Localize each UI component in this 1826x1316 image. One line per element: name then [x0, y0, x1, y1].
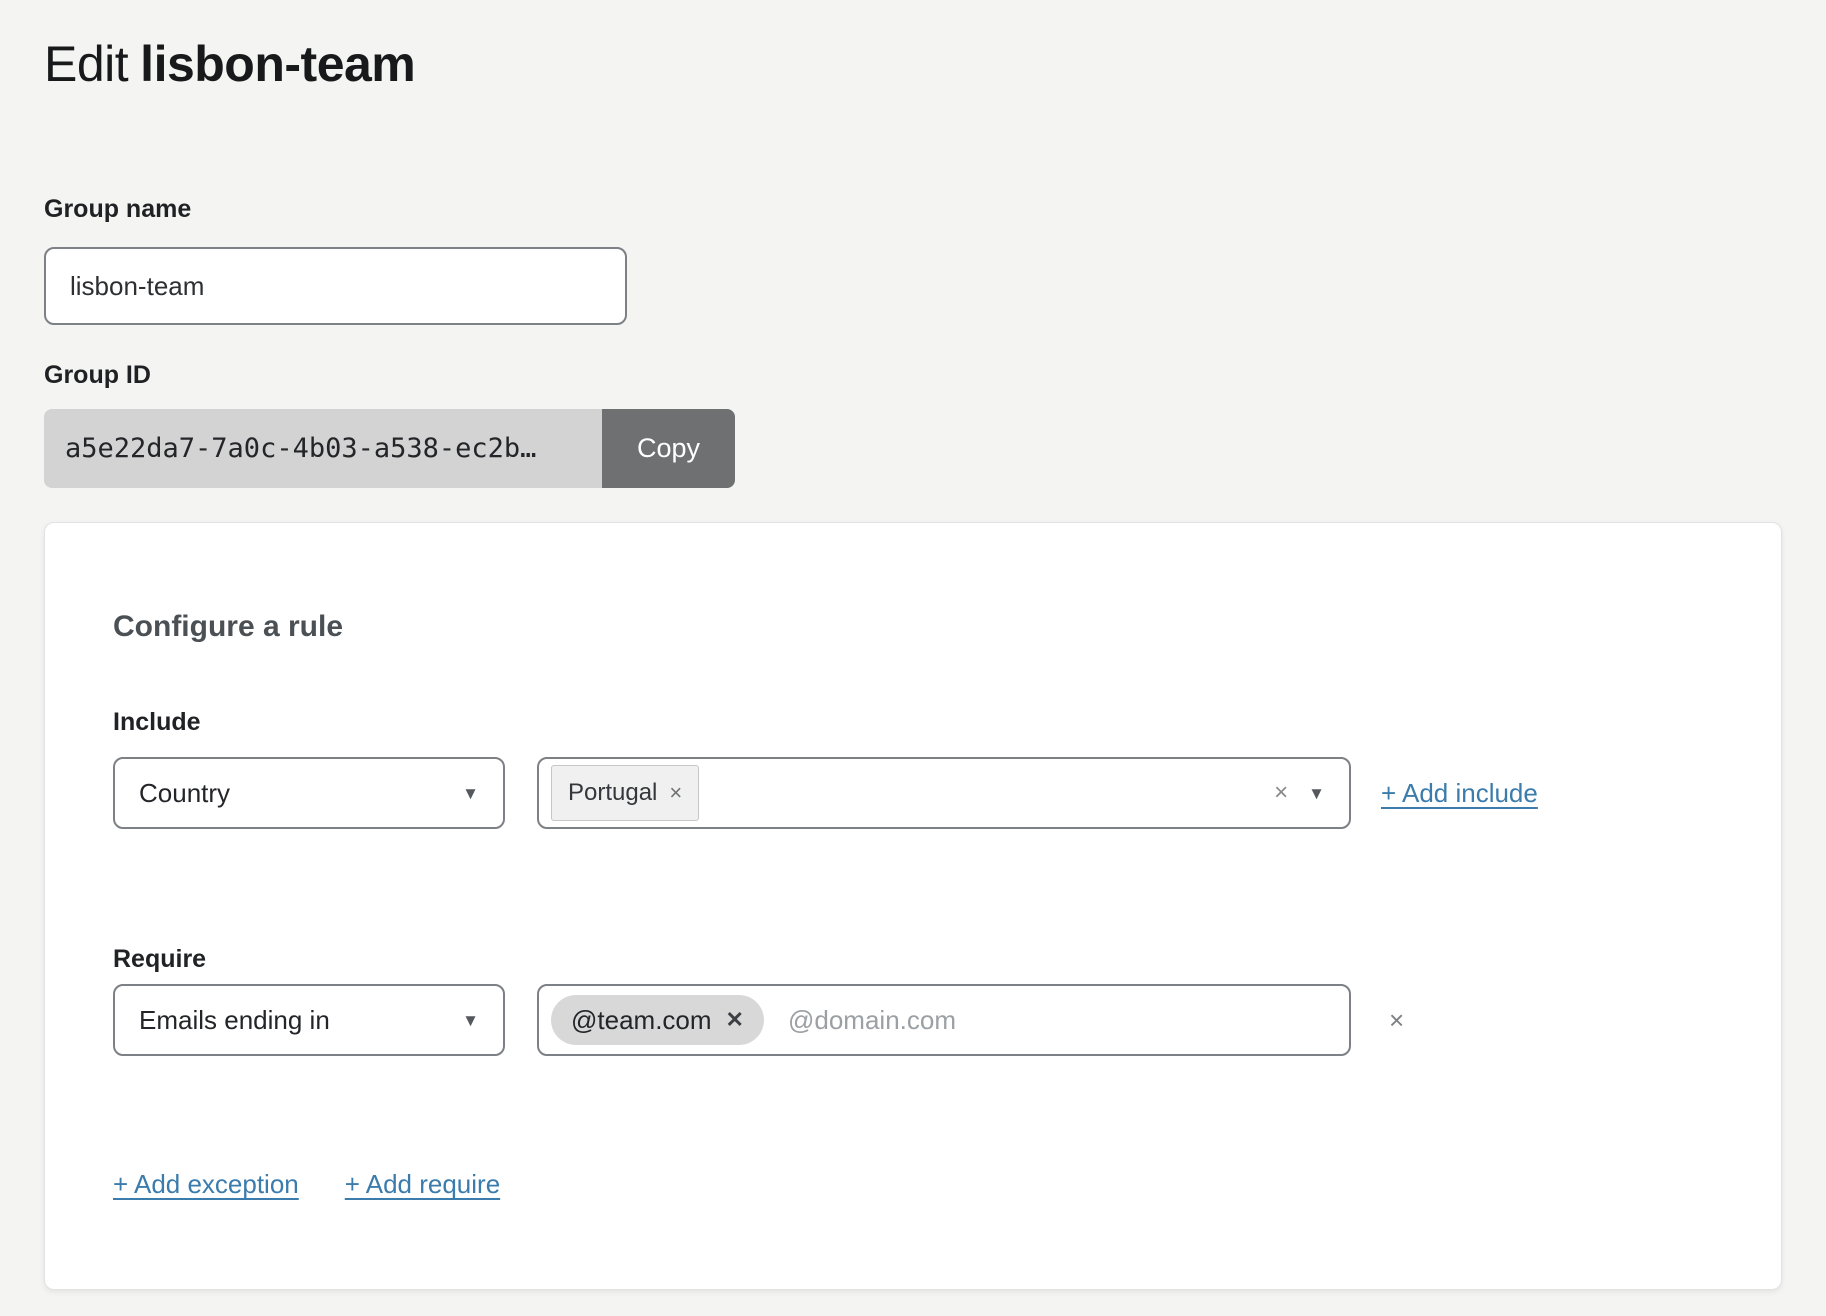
page-title-prefix: Edit — [44, 36, 128, 92]
require-tag-team-com: @team.com ✕ — [551, 995, 764, 1045]
page-title-group-name: lisbon-team — [140, 36, 415, 92]
include-selector-value: Country — [139, 778, 230, 809]
include-selector[interactable]: Country ▼ — [113, 757, 505, 829]
page-title: Editlisbon-team — [44, 0, 1782, 94]
require-email-input[interactable] — [786, 1004, 1325, 1037]
chevron-down-icon: ▼ — [462, 1012, 479, 1029]
require-values-input-box[interactable]: @team.com ✕ — [537, 984, 1351, 1056]
remove-rule-icon[interactable]: × — [1389, 1007, 1404, 1033]
include-tag-label: Portugal — [568, 779, 657, 807]
group-name-input[interactable] — [44, 247, 627, 325]
tag-remove-icon[interactable]: × — [669, 780, 682, 806]
rule-card-heading: Configure a rule — [113, 609, 1781, 645]
tag-remove-icon[interactable]: ✕ — [726, 1007, 744, 1033]
footer-links: + Add exception + Add require — [113, 1169, 1781, 1200]
include-label: Include — [113, 707, 1781, 737]
edit-group-page: Editlisbon-team Group name Group ID a5e2… — [0, 0, 1826, 1290]
require-selector[interactable]: Emails ending in ▼ — [113, 984, 505, 1056]
require-tag-label: @team.com — [571, 1005, 712, 1036]
add-require-link[interactable]: + Add require — [345, 1169, 500, 1200]
include-row: Country ▼ Portugal × × ▼ + Add include — [113, 757, 1781, 829]
chevron-down-icon: ▼ — [462, 785, 479, 802]
include-values-multiselect[interactable]: Portugal × × ▼ — [537, 757, 1351, 829]
chevron-down-icon[interactable]: ▼ — [1308, 785, 1325, 802]
group-id-row: a5e22da7-7a0c-4b03-a538-ec2b… Copy — [44, 409, 735, 488]
clear-selection-icon[interactable]: × — [1274, 781, 1288, 805]
group-name-label: Group name — [44, 194, 1782, 224]
require-row: Emails ending in ▼ @team.com ✕ × — [113, 984, 1781, 1056]
include-tag-portugal: Portugal × — [551, 765, 699, 821]
multiselect-controls: × ▼ — [1274, 781, 1325, 805]
add-exception-link[interactable]: + Add exception — [113, 1169, 299, 1200]
copy-button[interactable]: Copy — [602, 409, 735, 488]
add-include-link[interactable]: + Add include — [1381, 778, 1538, 809]
rule-card: Configure a rule Include Country ▼ Portu… — [44, 522, 1782, 1290]
group-id-value: a5e22da7-7a0c-4b03-a538-ec2b… — [44, 409, 602, 488]
group-id-label: Group ID — [44, 360, 1782, 390]
require-label: Require — [113, 944, 1781, 974]
require-selector-value: Emails ending in — [139, 1005, 330, 1036]
